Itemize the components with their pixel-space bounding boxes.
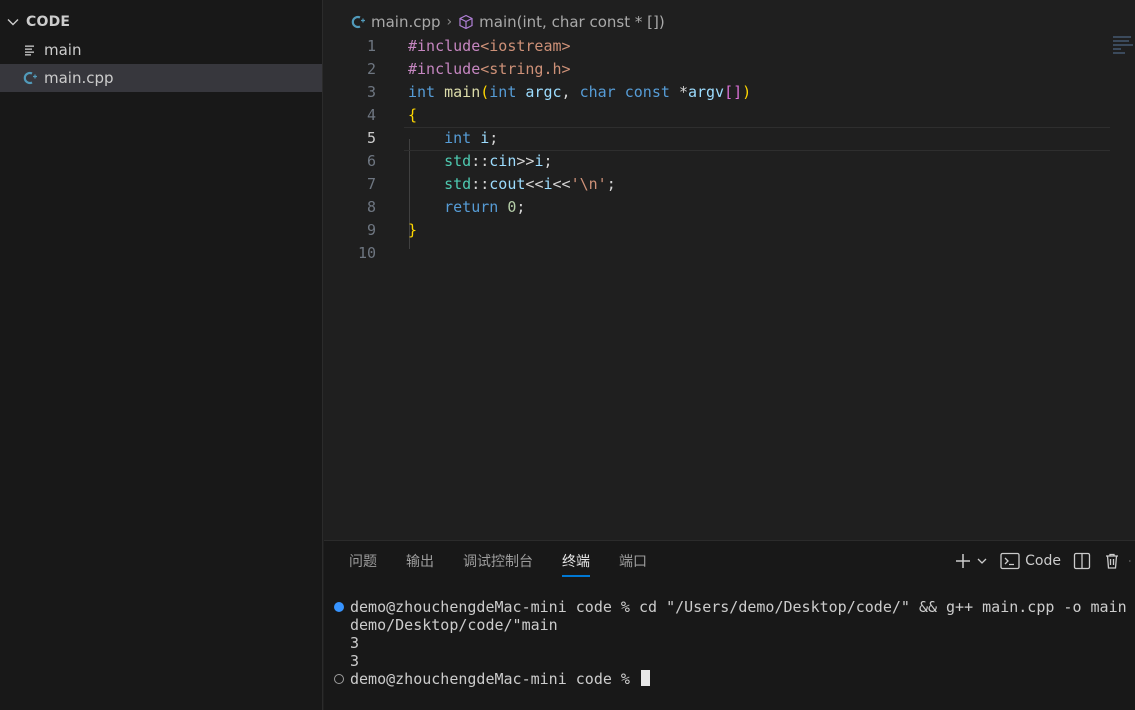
line-number: 10 (357, 244, 376, 262)
explorer-sidebar: CODE main main.cpp (0, 0, 323, 710)
code-text: { (408, 106, 418, 124)
terminal-dropdown-button[interactable] (976, 555, 988, 567)
terminal-line: 3 (334, 652, 1135, 670)
terminal-icon (1000, 552, 1020, 570)
code-area[interactable]: 1 #include<iostream> 2 #include<string.h> … (324, 35, 1135, 265)
trash-icon (1106, 553, 1118, 569)
line-number: 6 (366, 152, 376, 170)
command-pending-dot-icon (334, 674, 344, 684)
code-line[interactable]: 2 #include<string.h> (324, 58, 1135, 81)
code-line[interactable]: 8 return 0; (324, 196, 1135, 219)
kill-terminal-button[interactable] (1103, 552, 1121, 570)
line-number: 8 (366, 198, 376, 216)
command-success-dot-icon (334, 602, 344, 612)
more-actions-button[interactable] (1129, 554, 1135, 568)
code-line[interactable]: 9} (324, 219, 1135, 242)
more-icon (1129, 560, 1131, 562)
code-line[interactable]: 10 (324, 242, 1135, 265)
file-item-main[interactable]: main (0, 36, 322, 64)
chevron-down-icon (977, 558, 987, 564)
panel-actions: Code (942, 552, 1135, 570)
line-number: 5 (366, 129, 376, 147)
tab-debug-console[interactable]: 调试控制台 (463, 551, 533, 577)
code-text: std::cin>>i; (444, 152, 553, 170)
cube-symbol-icon (459, 14, 473, 30)
chevron-down-icon (7, 19, 19, 26)
code-text: std::cout<<i<<'\n'; (444, 175, 616, 193)
terminal-line: demo/Desktop/code/"main (334, 616, 1135, 634)
terminal-line: demo@zhouchengdeMac-mini code % (334, 670, 1135, 688)
line-number: 4 (366, 106, 376, 124)
chevron-right-icon: › (446, 14, 453, 30)
lines-file-icon (22, 42, 38, 58)
code-text: #include<iostream> (408, 37, 571, 55)
code-line-current[interactable]: 5 int i; (324, 127, 1135, 151)
line-number: 3 (366, 83, 376, 101)
breadcrumb-file[interactable]: main.cpp (371, 13, 441, 31)
file-label: main.cpp (44, 69, 114, 87)
terminal-selector[interactable]: Code (1000, 552, 1061, 570)
panel-tabs: 问题 输出 调试控制台 终端 端口 (349, 551, 676, 577)
file-label: main (44, 41, 82, 59)
line-number: 2 (366, 60, 376, 78)
line-number: 1 (366, 37, 376, 55)
code-text: #include<string.h> (408, 60, 571, 78)
split-icon (1073, 552, 1091, 570)
line-number: 9 (366, 221, 376, 239)
bottom-panel: 问题 输出 调试控制台 终端 端口 Code demo@zhouchengdeM… (324, 540, 1135, 710)
file-item-main-cpp[interactable]: main.cpp (0, 64, 322, 92)
terminal-text: 3 (350, 634, 360, 652)
split-terminal-button[interactable] (1073, 552, 1091, 570)
code-text: int main(int argc, char const *argv[]) (408, 83, 752, 101)
terminal-text: 3 (350, 652, 360, 670)
tab-problems[interactable]: 问题 (349, 551, 377, 577)
code-text: int i; (444, 129, 499, 147)
code-text: } (408, 221, 418, 239)
terminal-name: Code (1025, 553, 1061, 569)
cpp-file-icon (351, 15, 365, 29)
code-line[interactable]: 4{ (324, 104, 1135, 127)
line-number: 7 (366, 175, 376, 193)
tab-terminal[interactable]: 终端 (562, 551, 590, 577)
code-text: return 0; (444, 198, 526, 216)
cpp-file-icon (22, 70, 38, 86)
code-line[interactable]: 7 std::cout<<i<<'\n'; (324, 173, 1135, 196)
terminal-cursor (640, 670, 650, 686)
terminal-prompt: demo@zhouchengdeMac-mini code % (350, 670, 639, 688)
breadcrumb: main.cpp › main(int, char const * []) (350, 11, 665, 33)
folder-title: CODE (26, 14, 71, 30)
terminal-text: demo@zhouchengdeMac-mini code % cd "/Use… (350, 598, 1127, 616)
code-editor[interactable]: main.cpp › main(int, char const * []) 1 #… (324, 0, 1135, 540)
terminal-line: 3 (334, 634, 1135, 652)
terminal-output[interactable]: demo@zhouchengdeMac-mini code % cd "/Use… (334, 598, 1135, 688)
terminal-text: demo/Desktop/code/"main (350, 616, 558, 634)
folder-header-code[interactable]: CODE (6, 11, 70, 33)
code-line[interactable]: 1 #include<iostream> (324, 35, 1135, 58)
new-terminal-button[interactable] (954, 552, 972, 570)
tab-ports[interactable]: 端口 (619, 551, 647, 577)
terminal-line: demo@zhouchengdeMac-mini code % cd "/Use… (334, 598, 1135, 616)
code-line[interactable]: 3 int main(int argc, char const *argv[]) (324, 81, 1135, 104)
code-line[interactable]: 6 std::cin>>i; (324, 150, 1135, 173)
breadcrumb-symbol[interactable]: main(int, char const * []) (479, 13, 665, 31)
plus-icon (956, 554, 971, 568)
tab-output[interactable]: 输出 (406, 551, 434, 577)
